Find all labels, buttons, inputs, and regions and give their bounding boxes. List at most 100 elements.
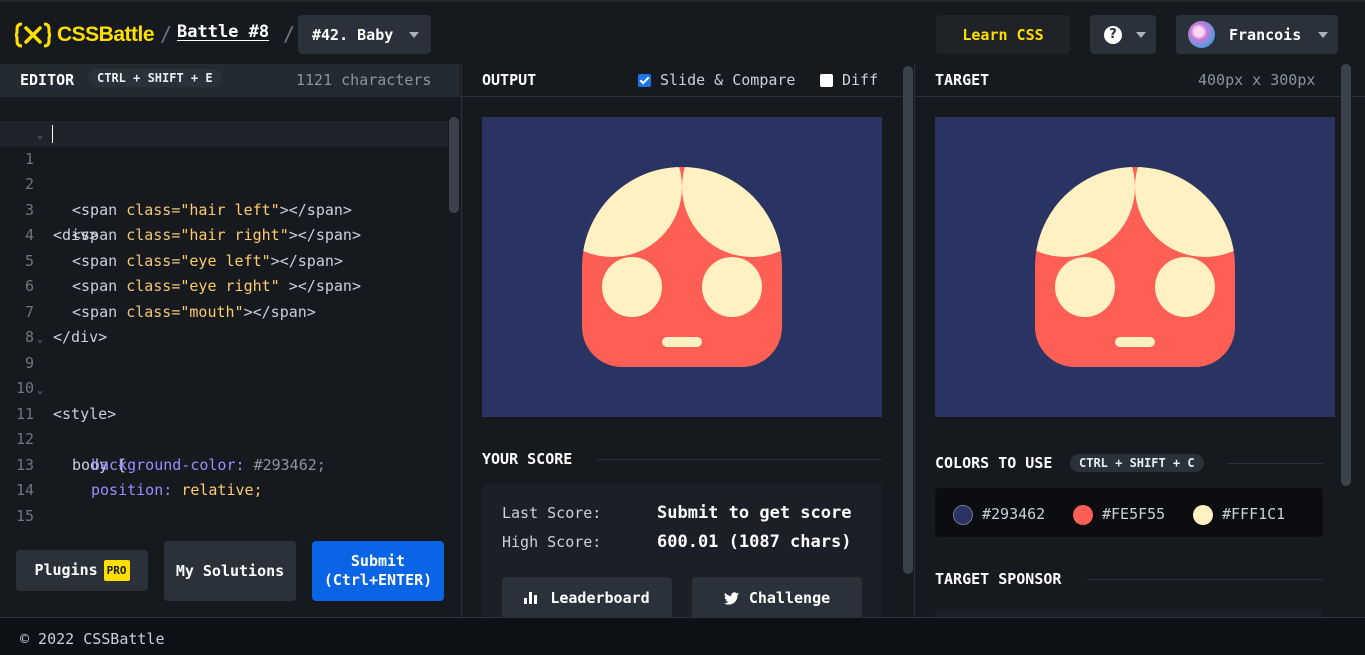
my-solutions-button[interactable]: My Solutions: [164, 541, 296, 601]
target-select[interactable]: #42. Baby: [298, 15, 431, 54]
divider: [597, 459, 882, 460]
target-scrollbar[interactable]: [1340, 64, 1352, 617]
logo[interactable]: CSSBattle: [15, 21, 155, 49]
score-card: Last Score: Submit to get score High Sco…: [482, 485, 882, 619]
editor-scrollbar[interactable]: [448, 117, 460, 617]
copyright: © 2022 CSSBattle: [20, 630, 165, 648]
color-code[interactable]: #293462: [982, 505, 1045, 523]
output-panel: OUTPUT Slide & Compare Diff YOUR SCORE L…: [461, 64, 914, 619]
target-title: TARGET: [935, 71, 990, 89]
text-cursor: [52, 125, 53, 143]
learn-css-button[interactable]: Learn CSS: [936, 15, 1070, 54]
code-line: 15 }: [0, 478, 448, 534]
logo-text: CSSBattle: [57, 23, 155, 46]
scrollbar-thumb[interactable]: [1341, 64, 1351, 486]
scrollbar-thumb[interactable]: [449, 117, 459, 213]
output-canvas[interactable]: [482, 117, 882, 417]
user-menu-button[interactable]: Francois: [1176, 15, 1338, 54]
color-palette: #293462 #FE5F55 #FFF1C1: [935, 488, 1323, 537]
editor-title: EDITOR: [20, 71, 75, 89]
mouth: [662, 337, 702, 347]
code-line: 12 background-color: #293462;: [0, 402, 448, 474]
your-score-title: YOUR SCORE: [482, 450, 573, 468]
pro-badge: PRO: [103, 560, 130, 581]
last-score-label: Last Score:: [502, 504, 602, 522]
help-icon: ?: [1104, 26, 1122, 44]
chevron-down-icon: [1318, 32, 1328, 38]
footer: © 2022 CSSBattle: [0, 617, 1365, 655]
fold-icon[interactable]: ⌄: [37, 378, 43, 404]
code-line: 2 <span class="hair left"></span>: [0, 147, 448, 219]
challenge-label: Challenge: [748, 589, 831, 607]
slide-compare-checkbox[interactable]: [638, 74, 651, 87]
hair-left: [1035, 167, 1135, 257]
target-image[interactable]: [935, 117, 1335, 417]
diff-label[interactable]: Diff: [842, 71, 878, 89]
slide-compare-label[interactable]: Slide & Compare: [660, 71, 795, 89]
breadcrumb-separator: /: [160, 22, 173, 46]
fold-icon[interactable]: ⌄: [37, 327, 43, 353]
code-editor[interactable]: 1 ⌄ <div> 2 <span class="hair left"></sp…: [0, 121, 448, 533]
avatar: [1188, 21, 1215, 48]
hair-left: [582, 167, 682, 257]
output-scrollbar[interactable]: [902, 64, 914, 617]
high-score-value: 600.01 (1087 chars): [657, 532, 852, 552]
breadcrumb-separator: /: [283, 22, 296, 46]
eye-right: [1155, 257, 1215, 317]
code-line: 3 <span class="hair right"></span>: [0, 172, 448, 245]
target-header: TARGET 400px x 300px: [915, 64, 1365, 97]
fold-icon[interactable]: ⌄: [37, 123, 43, 149]
sponsor-card: [935, 609, 1323, 617]
code-line: 11 ⌄ body {: [0, 376, 448, 474]
chevron-down-icon: [1136, 32, 1146, 38]
target-select-label: #42. Baby: [312, 25, 394, 44]
output-title: OUTPUT: [482, 71, 537, 89]
face-shape: [1035, 167, 1235, 367]
code-line: 16: [0, 504, 448, 533]
eye-left: [602, 257, 662, 317]
code-line: 8: [0, 300, 448, 346]
code-line: 6 <span class="mouth"></span>: [0, 249, 448, 321]
colors-shortcut: CTRL + SHIFT + C: [1070, 454, 1204, 472]
leaderboard-button[interactable]: Leaderboard: [502, 577, 672, 619]
target-panel: TARGET 400px x 300px COLORS TO USE CTRL …: [914, 64, 1365, 617]
target-dimensions: 400px x 300px: [1198, 71, 1316, 89]
battle-link[interactable]: Battle #8: [177, 22, 269, 42]
sponsor-title: TARGET SPONSOR: [935, 570, 1062, 588]
plugins-label: Plugins: [34, 561, 98, 579]
editor-header: EDITOR CTRL + SHIFT + E 1121 characters: [0, 64, 460, 97]
logo-icon: [15, 22, 51, 48]
scrollbar-thumb[interactable]: [903, 66, 913, 574]
eye-right: [702, 257, 762, 317]
face-shape: [582, 167, 782, 367]
code-line: 14: [0, 453, 448, 499]
top-header: CSSBattle / Battle #8 / #42. Baby Learn …: [0, 0, 1365, 64]
hair-right: [682, 167, 782, 257]
leaderboard-label: Leaderboard: [550, 589, 650, 607]
mouth: [1115, 337, 1155, 347]
code-text: }: [72, 529, 81, 533]
color-code[interactable]: #FE5F55: [1102, 505, 1165, 523]
color-swatch[interactable]: [1073, 505, 1093, 525]
color-code[interactable]: #FFF1C1: [1222, 505, 1285, 523]
chevron-down-icon: [409, 32, 419, 38]
diff-checkbox[interactable]: [820, 74, 833, 87]
code-line: 9 ⌄ <style>: [0, 325, 448, 423]
char-count: 1121 characters: [296, 71, 432, 89]
colors-title: COLORS TO USE: [935, 454, 1053, 472]
plugins-button[interactable]: Plugins PRO: [16, 550, 148, 591]
challenge-button[interactable]: Challenge: [692, 577, 862, 619]
twitter-icon: [723, 591, 739, 605]
color-swatch[interactable]: [953, 505, 973, 525]
code-line: 13 position: relative;: [0, 427, 448, 500]
divider: [1227, 463, 1323, 464]
code-line: 7 </div>: [0, 274, 448, 347]
last-score-value: Submit to get score: [657, 503, 852, 523]
code-line: 1 ⌄ <div>: [0, 121, 448, 244]
submit-button[interactable]: Submit (Ctrl+ENTER): [312, 541, 444, 601]
color-swatch[interactable]: [1193, 505, 1213, 525]
high-score-label: High Score:: [502, 533, 602, 551]
line-number: 16: [0, 529, 34, 533]
help-menu-button[interactable]: ?: [1090, 15, 1156, 54]
divider: [1087, 579, 1323, 580]
